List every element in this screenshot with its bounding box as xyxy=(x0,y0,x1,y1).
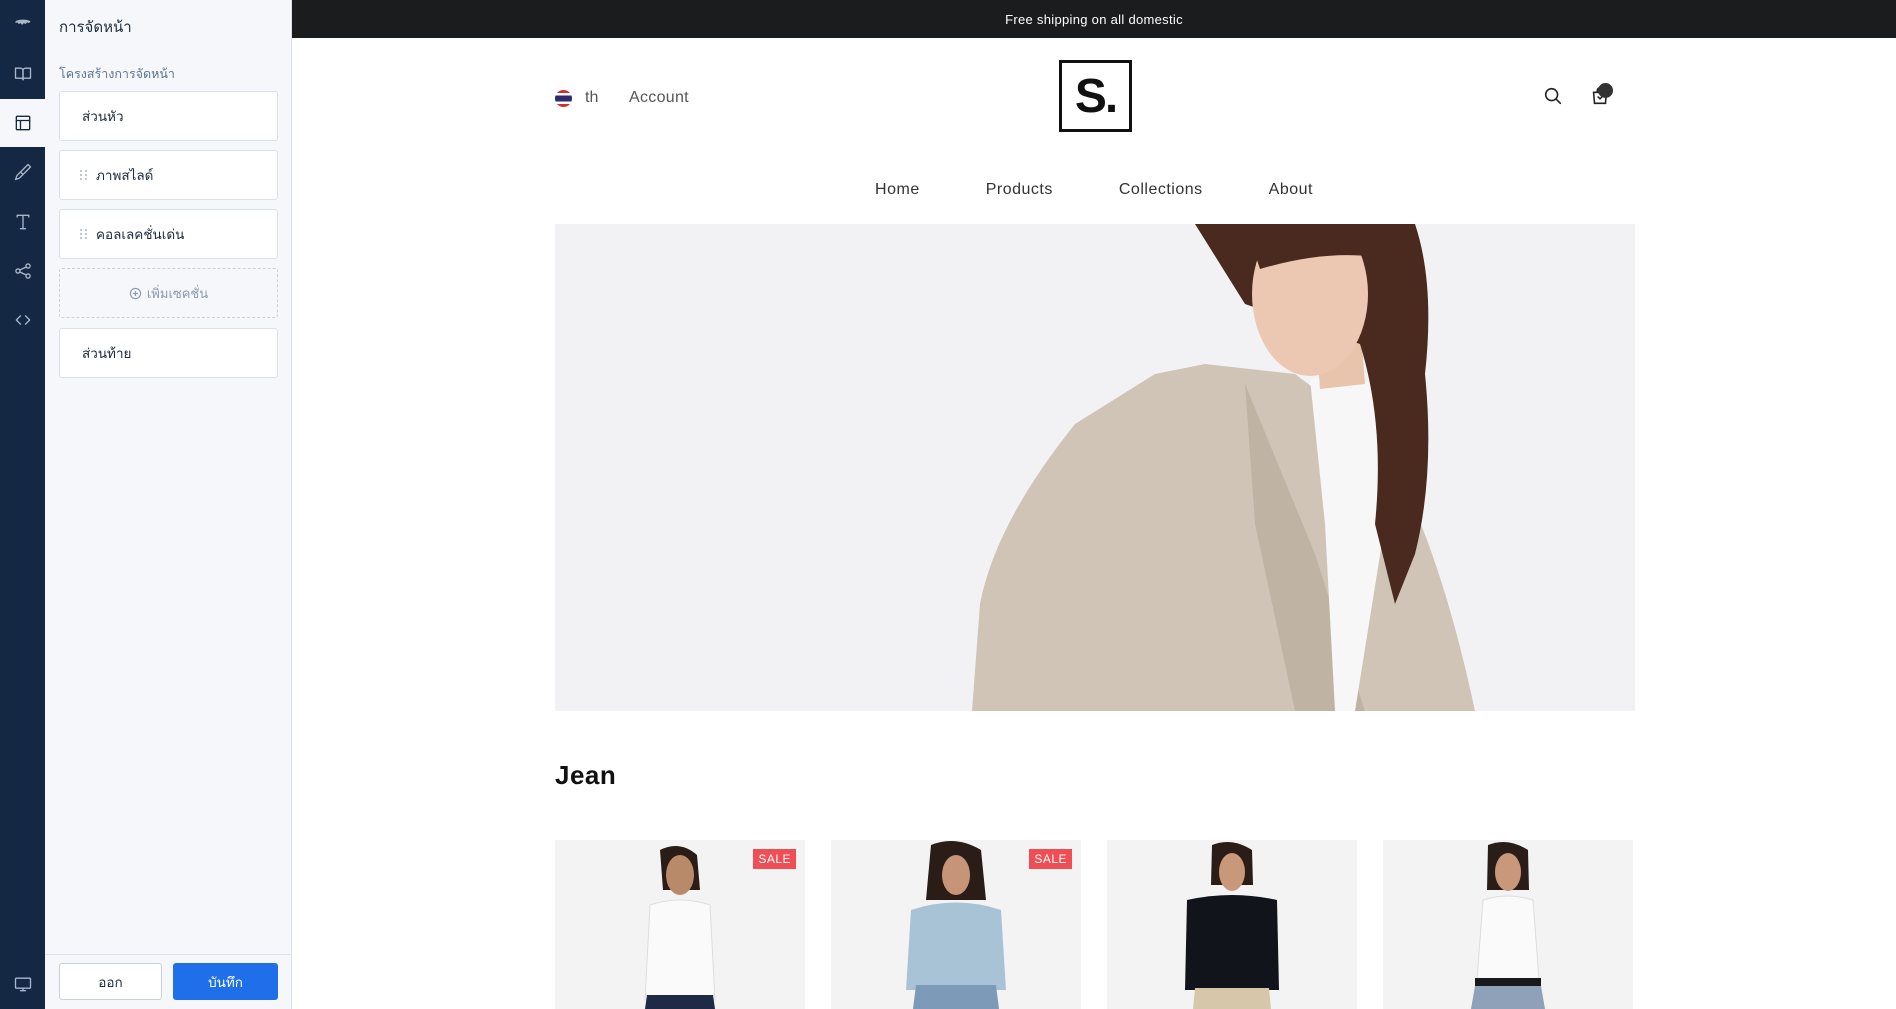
announcement-bar: Free shipping on all domestic xyxy=(292,0,1896,38)
layout-icon[interactable] xyxy=(0,99,45,147)
exit-button[interactable]: ออก xyxy=(59,963,162,1000)
layout-panel: การจัดหน้า โครงสร้างการจัดหน้า ส่วนหัว ภ… xyxy=(45,0,292,1009)
theme-editor: การจัดหน้า โครงสร้างการจัดหน้า ส่วนหัว ภ… xyxy=(0,0,1896,1009)
plus-circle-icon xyxy=(129,287,142,299)
section-featured-collection-label: คอลเลคชั่นเด่น xyxy=(96,227,185,243)
nav-products[interactable]: Products xyxy=(968,181,1053,199)
product-card[interactable] xyxy=(1107,840,1357,1009)
panel-footer: ออก บันทึก xyxy=(45,954,291,1009)
save-button[interactable]: บันทึก xyxy=(173,963,278,1000)
account-link[interactable]: Account xyxy=(629,89,689,107)
section-header-label: ส่วนหัว xyxy=(82,109,124,125)
nav-collections[interactable]: Collections xyxy=(1101,181,1203,199)
section-slideshow[interactable]: ภาพสไลด์ xyxy=(59,150,278,200)
panel-title: การจัดหน้า xyxy=(59,18,132,36)
add-section-label: เพิ่มเซคชั่น xyxy=(146,286,209,302)
share-icon[interactable] xyxy=(0,247,45,295)
desktop-icon[interactable] xyxy=(0,960,45,1008)
section-footer-label: ส่วนท้าย xyxy=(82,346,132,362)
store-preview: Free shipping on all domestic th Account… xyxy=(292,0,1896,1009)
section-slideshow-label: ภาพสไลด์ xyxy=(96,168,154,184)
section-featured-collection[interactable]: คอลเลคชั่นเด่น xyxy=(59,209,278,259)
hero-slideshow-image[interactable] xyxy=(555,224,1635,711)
brand-logo-icon[interactable] xyxy=(0,0,45,48)
language-selector[interactable]: th xyxy=(555,89,598,107)
sale-badge: SALE xyxy=(1029,849,1072,869)
thai-flag-icon xyxy=(555,89,572,107)
store-logo[interactable]: S. xyxy=(1059,60,1132,132)
section-header[interactable]: ส่วนหัว xyxy=(59,91,278,141)
product-card[interactable]: SALE xyxy=(555,840,805,1009)
product-card[interactable]: SALE xyxy=(831,840,1081,1009)
product-grid: SALE SALE xyxy=(555,840,1635,1009)
book-icon[interactable] xyxy=(0,50,45,98)
section-footer[interactable]: ส่วนท้าย xyxy=(59,328,278,378)
product-card[interactable] xyxy=(1383,840,1633,1009)
drag-handle-icon[interactable] xyxy=(80,167,88,183)
text-icon[interactable] xyxy=(0,198,45,246)
main-navigation: Home Products Collections About xyxy=(292,181,1896,199)
editor-icon-rail xyxy=(0,0,45,1009)
cart-count-badge xyxy=(1598,83,1613,98)
nav-about[interactable]: About xyxy=(1251,181,1313,199)
panel-subtitle: โครงสร้างการจัดหน้า xyxy=(59,66,175,81)
search-icon[interactable] xyxy=(1542,85,1564,107)
add-section-button[interactable]: เพิ่มเซคชั่น xyxy=(59,268,278,318)
sale-badge: SALE xyxy=(753,849,796,869)
code-icon[interactable] xyxy=(0,296,45,344)
paint-brush-icon[interactable] xyxy=(0,148,45,196)
nav-home[interactable]: Home xyxy=(875,181,920,199)
featured-collection-title: Jean xyxy=(555,760,617,790)
drag-handle-icon[interactable] xyxy=(80,226,88,242)
language-code: th xyxy=(585,89,599,106)
